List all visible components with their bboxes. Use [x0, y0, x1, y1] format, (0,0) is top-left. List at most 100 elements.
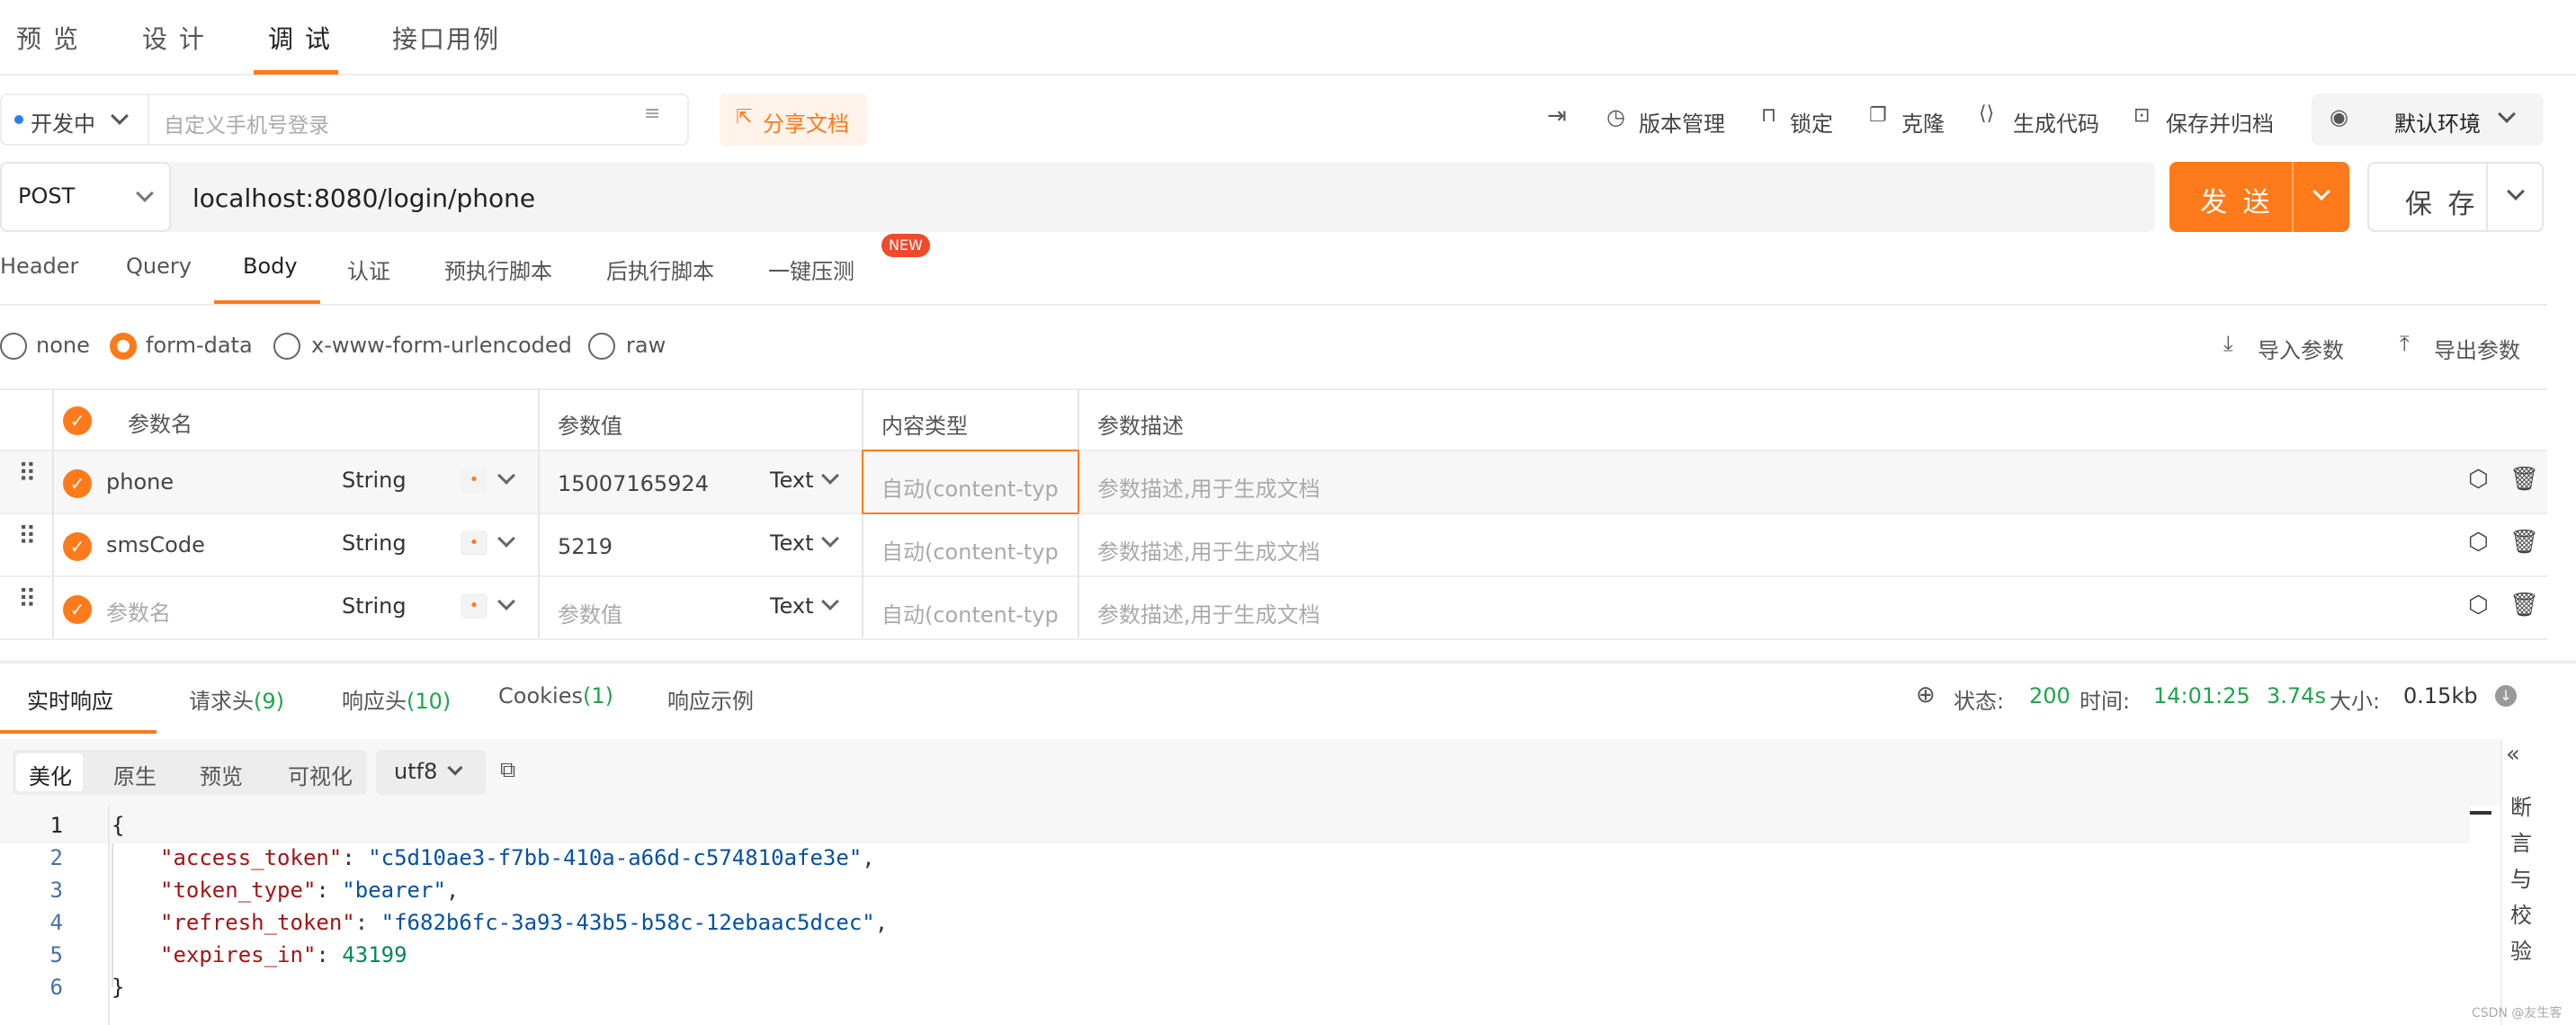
- eye-icon: ◉: [2330, 104, 2348, 129]
- view-visualize[interactable]: 可视化: [288, 759, 353, 790]
- required-toggle[interactable]: •: [461, 593, 487, 619]
- tab-cookies[interactable]: Cookies(1): [498, 683, 613, 709]
- env-status-select[interactable]: 开发中: [31, 106, 95, 138]
- param-value[interactable]: 5219: [558, 534, 613, 559]
- url-input[interactable]: localhost:8080/login/phone: [192, 183, 535, 213]
- tab-query[interactable]: Query: [126, 254, 192, 279]
- import-icon: ⤓: [2223, 331, 2233, 356]
- radio-form-data[interactable]: [110, 333, 137, 360]
- clone-button[interactable]: 克隆: [1901, 106, 1945, 138]
- tab-design[interactable]: 设 计: [142, 20, 206, 56]
- status-label: 状态:: [1954, 689, 2005, 714]
- indent-icon[interactable]: ⇥: [1547, 102, 1567, 129]
- radio-none-label: none: [36, 333, 90, 358]
- view-preview[interactable]: 预览: [200, 759, 243, 790]
- save-dropdown-icon[interactable]: [2507, 183, 2525, 201]
- param-type-select[interactable]: String: [342, 468, 407, 493]
- param-value[interactable]: 15007165924: [558, 471, 709, 496]
- tab-test-cases[interactable]: 接口用例: [392, 20, 500, 56]
- required-toggle[interactable]: •: [461, 530, 487, 556]
- drag-handle-icon[interactable]: ⠿: [18, 587, 36, 612]
- tab-preview[interactable]: 预 览: [16, 20, 80, 56]
- send-dropdown-icon[interactable]: [2312, 183, 2330, 201]
- select-all-checkbox[interactable]: ✓: [63, 406, 92, 435]
- row-checkbox[interactable]: ✓: [63, 532, 92, 561]
- param-type-select[interactable]: String: [342, 530, 407, 556]
- active-tab-underline: [254, 70, 338, 75]
- tab-header[interactable]: Header: [0, 254, 78, 279]
- response-size: 0.15kb: [2403, 683, 2478, 709]
- value-type-select[interactable]: Text: [770, 530, 814, 556]
- delete-icon[interactable]: 🗑: [2509, 466, 2539, 493]
- header-content-type: 内容类型: [881, 414, 968, 439]
- param-desc-input[interactable]: 参数描述,用于生成文档: [1097, 534, 1320, 566]
- content-type-input[interactable]: 自动(content-typ: [881, 597, 1059, 628]
- param-name[interactable]: smsCode: [106, 532, 205, 557]
- param-type-select[interactable]: String: [342, 593, 407, 619]
- param-value[interactable]: 参数值: [558, 597, 622, 628]
- radio-none[interactable]: [0, 333, 27, 360]
- value-type-select[interactable]: Text: [770, 468, 814, 493]
- line-number: 1: [49, 813, 63, 838]
- save-archive-button[interactable]: 保存并归档: [2166, 106, 2274, 138]
- cube-icon[interactable]: ⬡: [2468, 529, 2489, 556]
- format-icon[interactable]: ≡: [644, 102, 660, 125]
- tab-load-test[interactable]: 一键压测: [768, 254, 854, 285]
- size-label: 大小:: [2330, 689, 2381, 714]
- chevron-down-icon[interactable]: [497, 530, 515, 548]
- env-select[interactable]: ◉ 默认环境: [2312, 94, 2544, 146]
- download-icon[interactable]: ↓: [2495, 685, 2517, 707]
- collapse-icon[interactable]: «: [2506, 741, 2520, 768]
- delete-icon[interactable]: 🗑: [2509, 529, 2539, 556]
- copy-icon[interactable]: ⧉: [500, 757, 515, 782]
- row-checkbox[interactable]: ✓: [63, 469, 92, 498]
- assert-panel-toggle[interactable]: 断 言 与 校 验: [2508, 789, 2535, 969]
- export-icon: ⤒: [2400, 331, 2410, 356]
- drag-handle-icon[interactable]: ⠿: [18, 524, 36, 549]
- tab-post-script[interactable]: 后执行脚本: [606, 254, 714, 285]
- tab-auth[interactable]: 认证: [347, 254, 390, 285]
- param-name[interactable]: phone: [106, 469, 174, 495]
- radio-urlencoded[interactable]: [273, 333, 300, 360]
- chevron-down-icon[interactable]: [497, 593, 515, 611]
- cube-icon[interactable]: ⬡: [2468, 592, 2489, 619]
- param-desc-input[interactable]: 参数描述,用于生成文档: [1097, 471, 1320, 503]
- content-type-input[interactable]: 自动(content-typ: [881, 534, 1059, 566]
- clone-icon: ❐: [1869, 104, 1887, 127]
- tab-debug[interactable]: 调 试: [268, 20, 332, 56]
- import-params-button[interactable]: 导入参数: [2258, 333, 2344, 364]
- required-toggle[interactable]: •: [461, 468, 487, 493]
- line-number: 3: [49, 878, 63, 903]
- save-button[interactable]: 保 存: [2367, 162, 2544, 232]
- chevron-down-icon: [447, 760, 463, 776]
- drag-handle-icon[interactable]: ⠿: [18, 461, 36, 486]
- tab-resp-headers[interactable]: 响应头(10): [342, 683, 451, 715]
- tab-body[interactable]: Body: [243, 254, 298, 279]
- mobile-login-input[interactable]: 自定义手机号登录: [164, 108, 329, 138]
- method-select[interactable]: POST: [0, 162, 171, 232]
- delete-icon[interactable]: 🗑: [2509, 592, 2539, 619]
- globe-icon: ⊕: [1916, 682, 1936, 709]
- tab-req-headers[interactable]: 请求头(9): [189, 683, 284, 715]
- tab-live-response[interactable]: 实时响应: [27, 683, 113, 715]
- view-beautify[interactable]: 美化: [29, 759, 72, 790]
- tab-resp-examples[interactable]: 响应示例: [667, 683, 754, 715]
- param-name[interactable]: 参数名: [106, 595, 171, 627]
- radio-raw[interactable]: [588, 333, 615, 360]
- scrollbar-indicator[interactable]: [2470, 811, 2491, 815]
- export-params-button[interactable]: 导出参数: [2434, 333, 2520, 364]
- encoding-select[interactable]: utf8: [376, 750, 486, 795]
- value-type-select[interactable]: Text: [770, 593, 814, 619]
- watermark: CSDN @友生客: [2472, 1006, 2563, 1021]
- row-checkbox[interactable]: ✓: [63, 595, 92, 624]
- send-button[interactable]: 发 送: [2169, 162, 2349, 232]
- chevron-down-icon: [821, 530, 839, 548]
- param-desc-input[interactable]: 参数描述,用于生成文档: [1097, 597, 1320, 628]
- view-raw[interactable]: 原生: [113, 759, 157, 790]
- gen-code-button[interactable]: 生成代码: [2013, 106, 2099, 138]
- tab-pre-script[interactable]: 预执行脚本: [444, 254, 552, 285]
- version-button[interactable]: 版本管理: [1639, 106, 1725, 138]
- cube-icon[interactable]: ⬡: [2468, 466, 2489, 493]
- lock-button[interactable]: 锁定: [1790, 106, 1833, 138]
- share-doc-button[interactable]: ⇱ 分享文档: [720, 94, 867, 146]
